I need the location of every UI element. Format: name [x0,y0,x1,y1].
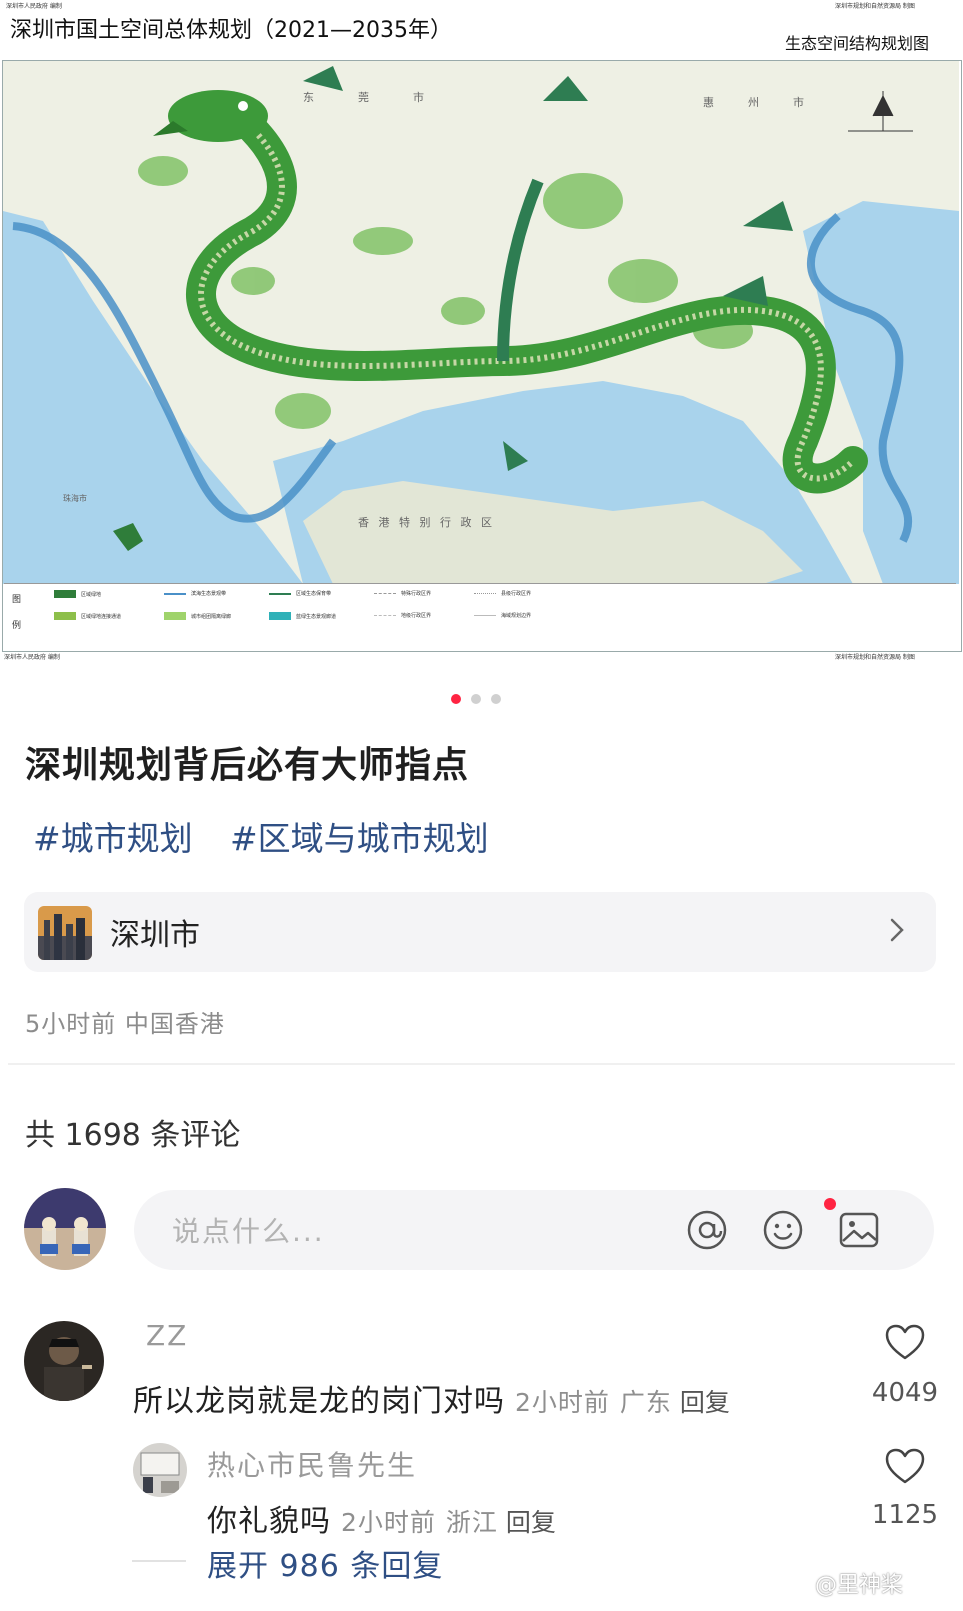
carousel-dot-active[interactable] [451,694,461,704]
reply-text: 你礼貌吗 [207,1504,331,1539]
avatar[interactable] [24,1188,106,1270]
location-thumbnail [38,906,92,960]
place-name: 市 [413,90,424,104]
notification-dot [824,1198,836,1210]
place-name: 香 港 特 别 行 政 区 [358,515,495,529]
hashtag-link[interactable]: #城市规划 [33,812,193,860]
planning-map: 东 莞 市 惠 州 市 香 港 特 别 行 政 区 珠海市 [2,60,962,652]
map-source-label: 深圳市人民政府 编制 [6,3,62,10]
comments-count: 共 1698 条评论 [25,1118,241,1153]
comment-input[interactable] [170,1210,694,1252]
legend-heading: 图 [12,595,22,605]
map-subtitle: 生态空间结构规划图 [785,34,930,53]
place-name: 市 [793,95,804,109]
legend-item: 区域绿地连接通道 [54,612,121,620]
carousel-dot[interactable] [491,694,501,704]
reply-body[interactable]: 你礼貌吗 2小时前 浙江 回复 [207,1496,556,1540]
image-icon[interactable] [838,1209,880,1251]
expand-divider [132,1560,186,1562]
reply-button[interactable]: 回复 [680,1388,730,1417]
legend-item: 城市组团隔离绿廊 [164,612,231,620]
reply-button[interactable]: 回复 [506,1508,556,1537]
comment-time: 2小时前 [515,1388,610,1417]
place-name: 莞 [358,91,369,104]
like-count: 4049 [871,1378,939,1408]
place-name: 珠海市 [63,493,87,503]
comment-author[interactable]: ZZ [146,1319,188,1352]
post-title: 深圳规划背后必有大师指点 [25,745,470,786]
comment-body[interactable]: 所以龙岗就是龙的岗门对吗 2小时前 广东 回复 [133,1376,730,1420]
like-count: 1125 [871,1500,939,1530]
carousel-dot[interactable] [471,694,481,704]
comment-region: 广东 [619,1388,672,1417]
legend-item: 区域生态保育带 [269,590,331,597]
location-card[interactable]: 深圳市 [24,892,936,972]
expand-replies-button[interactable]: 展开 986 条回复 [207,1541,443,1585]
post-image-carousel[interactable]: 深圳市人民政府 编制 深圳市规划和自然资源局 制图 深圳市国土空间总体规划（20… [0,0,963,665]
comment-input-bar[interactable] [134,1190,934,1270]
place-name: 州 [748,96,759,109]
map-graphic: 东 莞 市 惠 州 市 香 港 特 别 行 政 区 珠海市 [3,61,959,584]
hashtag-link[interactable]: #区域与城市规划 [230,812,489,860]
emoji-icon[interactable] [762,1209,804,1251]
map-source-label: 深圳市人民政府 编制 [4,654,60,661]
legend-item: 蓝绿生态景观廊道 [269,612,336,620]
divider [8,1063,955,1065]
legend-item: 地级行政区界 [374,612,431,619]
map-title: 深圳市国土空间总体规划（2021—2035年） [10,18,452,43]
reply-time: 2小时前 [341,1508,436,1537]
legend-item: 县级行政区界 [474,590,531,597]
like-heart-icon[interactable] [884,1447,926,1485]
at-icon[interactable] [686,1209,728,1251]
legend-item: 海域规划边界 [474,612,531,619]
post-region: 中国香港 [124,1010,225,1038]
legend-item: 滨海生态景观带 [164,590,226,597]
legend-heading: 例 [12,621,22,631]
watermark: @里神桨 [815,1573,904,1598]
comment-text: 所以龙岗就是龙的岗门对吗 [133,1384,505,1419]
map-source-label: 深圳市规划和自然资源局 制图 [835,654,915,661]
post-time: 5小时前 [25,1010,117,1038]
legend-item: 特殊行政区界 [374,590,431,597]
chevron-right-icon [890,918,904,942]
map-legend: 图 例 区域绿地 滨海生态景观带 区域生态保育带 特殊行政区界 县级行政区界 区… [4,583,956,646]
avatar[interactable] [133,1443,187,1497]
reply-author[interactable]: 热心市民鲁先生 [207,1444,417,1484]
place-name: 惠 [703,95,714,109]
location-name: 深圳市 [110,918,200,953]
avatar[interactable] [24,1321,104,1401]
like-heart-icon[interactable] [884,1323,926,1361]
post-meta: 5小时前 中国香港 [25,1004,225,1039]
legend-item: 区域绿地 [54,590,101,598]
map-source-label: 深圳市规划和自然资源局 制图 [835,3,915,10]
reply-region: 浙江 [445,1508,498,1537]
place-name: 东 [303,91,314,104]
